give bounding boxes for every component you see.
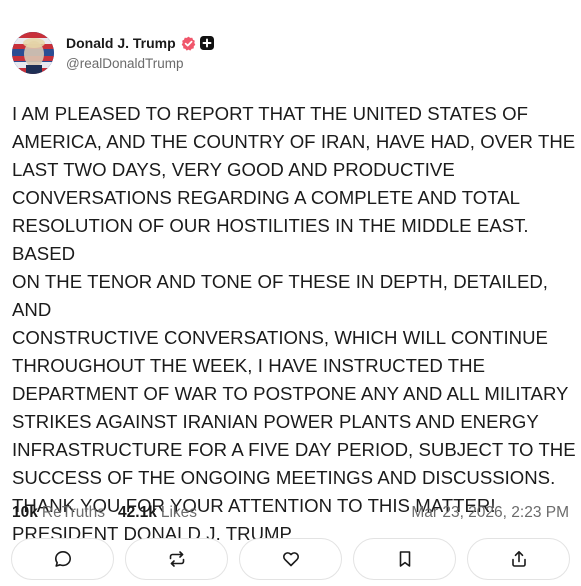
bookmark-button[interactable] bbox=[353, 538, 456, 580]
avatar[interactable] bbox=[12, 32, 54, 74]
reply-icon bbox=[54, 551, 71, 567]
verified-badge-icon bbox=[181, 36, 196, 51]
like-button[interactable] bbox=[239, 538, 342, 580]
share-icon bbox=[511, 551, 526, 567]
post-text: I AM PLEASED TO REPORT THAT THE UNITED S… bbox=[12, 103, 576, 544]
heart-icon bbox=[282, 552, 299, 567]
post-stats: 10k ReTruths 42.1k Likes Mar 23, 2026, 2… bbox=[12, 502, 569, 524]
retruths-count[interactable]: 10k bbox=[12, 504, 38, 522]
post-header: Donald J. Trump @realDonaldTrump bbox=[12, 31, 214, 75]
post-timestamp[interactable]: Mar 23, 2026, 2:23 PM bbox=[411, 504, 569, 522]
bookmark-icon bbox=[399, 551, 410, 567]
retruth-icon bbox=[169, 551, 184, 567]
retruth-button[interactable] bbox=[125, 538, 228, 580]
likes-count[interactable]: 42.1k bbox=[118, 504, 157, 522]
author-display-name[interactable]: Donald J. Trump bbox=[66, 35, 176, 51]
plus-badge-icon bbox=[199, 36, 214, 50]
action-bar bbox=[11, 538, 570, 582]
likes-label[interactable]: Likes bbox=[161, 504, 197, 522]
retruths-label[interactable]: ReTruths bbox=[42, 504, 105, 522]
avatar-image bbox=[12, 32, 54, 74]
share-button[interactable] bbox=[467, 538, 570, 580]
author-handle[interactable]: @realDonaldTrump bbox=[66, 54, 214, 74]
reply-button[interactable] bbox=[11, 538, 114, 580]
